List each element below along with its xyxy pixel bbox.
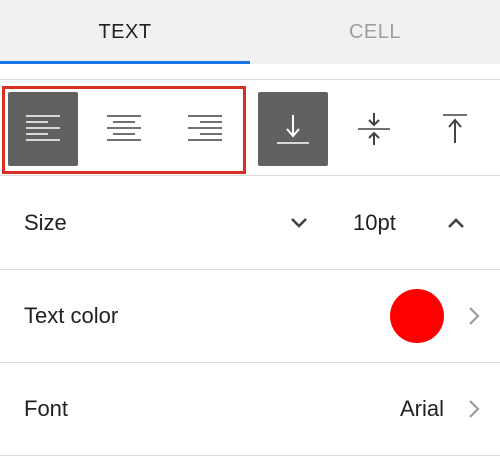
font-value: Arial <box>399 396 444 421</box>
font-chevron <box>464 397 484 421</box>
align-bottom-icon <box>277 115 309 144</box>
align-top-button[interactable] <box>420 92 490 166</box>
align-bottom-button[interactable] <box>258 92 328 166</box>
chevron-right-icon <box>469 307 480 325</box>
text-color-swatch[interactable] <box>390 289 444 343</box>
text-color-chevron <box>464 304 484 328</box>
tab-cell-label: CELL <box>348 20 402 43</box>
align-left-icon <box>26 115 60 141</box>
tab-text[interactable]: TEXT <box>0 0 250 64</box>
chevron-up-icon <box>448 218 464 228</box>
font-row[interactable]: Font Arial <box>0 363 500 456</box>
align-center-button[interactable] <box>89 92 159 166</box>
tab-text-label: TEXT <box>98 20 152 43</box>
tab-divider <box>0 64 500 80</box>
size-value: 10pt <box>353 210 396 235</box>
text-color-label: Text color <box>24 303 119 328</box>
align-middle-button[interactable] <box>339 92 409 166</box>
size-row: Size 10pt <box>0 177 500 270</box>
font-label: Font <box>24 396 69 421</box>
size-increase-button[interactable] <box>438 205 474 241</box>
chevron-down-icon <box>291 218 307 228</box>
size-decrease-button[interactable] <box>281 205 317 241</box>
tab-cell[interactable]: CELL <box>250 0 500 64</box>
chevron-right-icon <box>469 400 480 418</box>
size-label: Size <box>24 210 67 235</box>
align-left-button[interactable] <box>8 92 78 166</box>
alignment-row <box>0 82 500 176</box>
align-right-icon <box>188 115 222 141</box>
align-middle-icon <box>358 113 390 145</box>
text-color-row[interactable]: Text color <box>0 270 500 363</box>
format-panel: TEXT CELL Size 10pt Text color Font Aria… <box>0 0 500 459</box>
align-right-button[interactable] <box>170 92 240 166</box>
align-center-icon <box>107 115 141 141</box>
align-top-icon <box>443 114 467 143</box>
tab-bar: TEXT CELL <box>0 0 500 64</box>
